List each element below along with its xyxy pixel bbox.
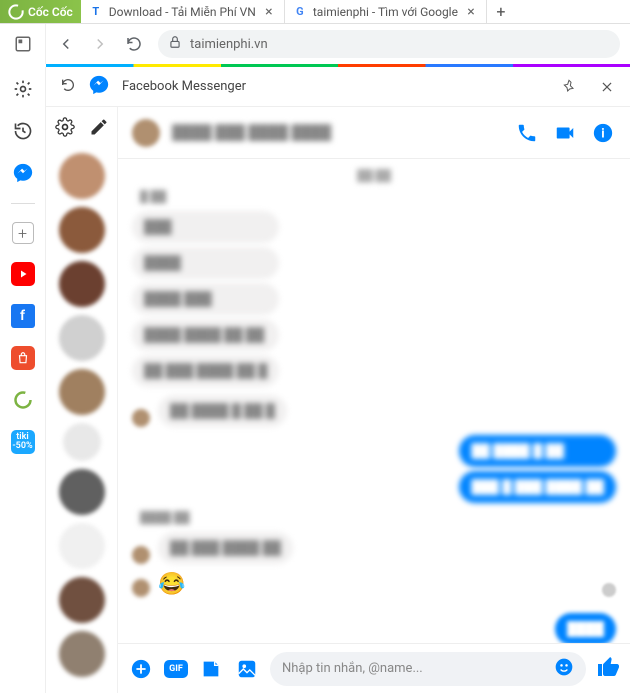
rail-divider bbox=[11, 203, 35, 204]
add-shortcut-button[interactable]: + bbox=[12, 222, 34, 244]
message-bubble[interactable]: ███ bbox=[132, 211, 279, 243]
browser-tabs-bar: Cốc Cốc T Download - Tải Miễn Phí VN × G… bbox=[0, 0, 630, 24]
url-text: taimienphi.vn bbox=[190, 37, 268, 52]
close-icon[interactable]: × bbox=[464, 5, 478, 19]
message-bubble[interactable]: ███ █ ███ ████ ██ bbox=[459, 471, 616, 503]
forward-button bbox=[90, 34, 110, 54]
sticker-button[interactable] bbox=[198, 656, 224, 682]
conversation-avatar[interactable] bbox=[59, 207, 105, 253]
tab-title: taimienphi - Tìm với Google bbox=[313, 5, 458, 19]
message-bubble[interactable]: ████ bbox=[132, 247, 279, 279]
message-bubble[interactable]: ██ ████ █ ██ bbox=[459, 435, 616, 467]
message-placeholder: Nhập tin nhắn, @name... bbox=[282, 661, 423, 676]
conversation-avatar[interactable] bbox=[59, 369, 105, 415]
message-bubble[interactable]: ████ bbox=[555, 613, 616, 643]
chat-name[interactable]: ████ ███ ████ ████ bbox=[172, 124, 502, 141]
reload-button[interactable] bbox=[124, 34, 144, 54]
conversation-avatar[interactable] bbox=[59, 315, 105, 361]
conversation-avatar[interactable] bbox=[59, 577, 105, 623]
close-panel-button[interactable] bbox=[598, 78, 616, 96]
messenger-body: ████ ███ ████ ████ i ██:██ █ ██ ███ ████… bbox=[46, 107, 630, 693]
chat-input-bar: GIF Nhập tin nhắn, @name... bbox=[118, 643, 630, 693]
tab-0[interactable]: T Download - Tải Miễn Phí VN × bbox=[81, 0, 285, 23]
settings-icon[interactable] bbox=[11, 77, 35, 101]
timestamp: ██:██ bbox=[357, 169, 391, 182]
messenger-logo-icon bbox=[88, 74, 110, 100]
settings-button[interactable] bbox=[53, 115, 77, 139]
message-bubble[interactable]: ████ ████ ██ ██ bbox=[132, 319, 279, 351]
tab-favicon: G bbox=[293, 5, 307, 19]
compose-button[interactable] bbox=[87, 115, 111, 139]
history-icon[interactable] bbox=[11, 119, 35, 143]
message-avatar bbox=[132, 579, 150, 597]
conversation-list[interactable] bbox=[46, 107, 118, 693]
message-input[interactable]: Nhập tin nhắn, @name... bbox=[270, 652, 586, 686]
add-attachment-button[interactable] bbox=[128, 656, 154, 682]
messenger-header: Facebook Messenger bbox=[46, 67, 630, 107]
message-group-right: ████ bbox=[132, 613, 616, 643]
chat-avatar[interactable] bbox=[132, 119, 160, 147]
shopee-shortcut[interactable] bbox=[11, 346, 35, 370]
close-icon[interactable]: × bbox=[262, 5, 276, 19]
messenger-panel: Facebook Messenger bbox=[46, 67, 630, 693]
youtube-shortcut[interactable] bbox=[11, 262, 35, 286]
reaction-row: 😂 bbox=[132, 572, 616, 597]
message-avatar bbox=[132, 546, 150, 564]
conversation-avatar[interactable] bbox=[59, 469, 105, 515]
conversation-avatar[interactable] bbox=[59, 523, 105, 569]
image-button[interactable] bbox=[234, 656, 260, 682]
new-tab-button[interactable]: + bbox=[487, 0, 515, 23]
back-button[interactable] bbox=[56, 34, 76, 54]
chat-pane: ████ ███ ████ ████ i ██:██ █ ██ ███ ████… bbox=[118, 107, 630, 693]
message-avatar bbox=[132, 409, 150, 427]
panel-reload-button[interactable] bbox=[60, 77, 76, 97]
url-input[interactable]: taimienphi.vn bbox=[158, 30, 620, 58]
seen-indicator bbox=[602, 583, 616, 597]
conversation-avatar[interactable] bbox=[63, 423, 101, 461]
panel-icon bbox=[14, 35, 32, 53]
chat-header: ████ ███ ████ ████ i bbox=[118, 107, 630, 159]
coccoc-shortcut[interactable] bbox=[11, 388, 35, 412]
emoji-reaction[interactable]: 😂 bbox=[158, 572, 185, 597]
conversation-avatar[interactable] bbox=[59, 153, 105, 199]
message-group-left: ██ ████ █ ██ █ bbox=[132, 395, 616, 427]
rail-top-icon[interactable] bbox=[0, 24, 46, 64]
video-call-button[interactable] bbox=[552, 120, 578, 146]
browser-logo: Cốc Cốc bbox=[0, 0, 81, 23]
gif-button[interactable]: GIF bbox=[164, 660, 188, 678]
message-bubble[interactable]: ██ ████ █ ██ █ bbox=[158, 395, 287, 427]
message-bubble[interactable]: ████ ███ bbox=[132, 283, 279, 315]
body-row: + f tiki-50% Facebook Messenger bbox=[0, 67, 630, 693]
left-rail: + f tiki-50% bbox=[0, 67, 46, 693]
address-bar: taimienphi.vn bbox=[46, 24, 630, 64]
chat-scroll[interactable]: ██:██ █ ██ ███ ████ ████ ███ ████ ████ █… bbox=[118, 159, 630, 643]
message-group-left: ██ ███ ████ ██ bbox=[132, 532, 616, 564]
conversation-avatar[interactable] bbox=[59, 631, 105, 677]
emoji-picker-button[interactable] bbox=[554, 657, 574, 681]
coccoc-logo-icon bbox=[8, 4, 24, 20]
tab-1[interactable]: G taimienphi - Tìm với Google × bbox=[285, 0, 487, 23]
browser-logo-text: Cốc Cốc bbox=[28, 5, 73, 19]
message-bubble[interactable]: ██ ███ ████ ██ █ bbox=[132, 355, 279, 387]
sender-name: █ ██ bbox=[140, 190, 616, 203]
messenger-icon[interactable] bbox=[11, 161, 35, 185]
message-bubble[interactable]: ██ ███ ████ ██ bbox=[158, 532, 293, 564]
facebook-shortcut[interactable]: f bbox=[11, 304, 35, 328]
messenger-title: Facebook Messenger bbox=[122, 79, 540, 94]
info-button[interactable]: i bbox=[590, 120, 616, 146]
message-group-left: ███ ████ ████ ███ ████ ████ ██ ██ ██ ███… bbox=[132, 211, 616, 387]
call-button[interactable] bbox=[514, 120, 540, 146]
conversation-avatar[interactable] bbox=[59, 261, 105, 307]
tiki-shortcut[interactable]: tiki-50% bbox=[11, 430, 35, 454]
pin-button[interactable] bbox=[560, 78, 578, 96]
tab-title: Download - Tải Miễn Phí VN bbox=[109, 5, 256, 19]
lock-icon bbox=[168, 35, 182, 53]
sender-name: ████ ██ bbox=[140, 511, 616, 524]
like-button[interactable] bbox=[596, 655, 620, 683]
message-group-right: ██ ████ █ ██ ███ █ ███ ████ ██ bbox=[132, 435, 616, 503]
svg-text:i: i bbox=[601, 126, 604, 141]
address-row: taimienphi.vn bbox=[0, 24, 630, 64]
tab-favicon: T bbox=[89, 5, 103, 19]
